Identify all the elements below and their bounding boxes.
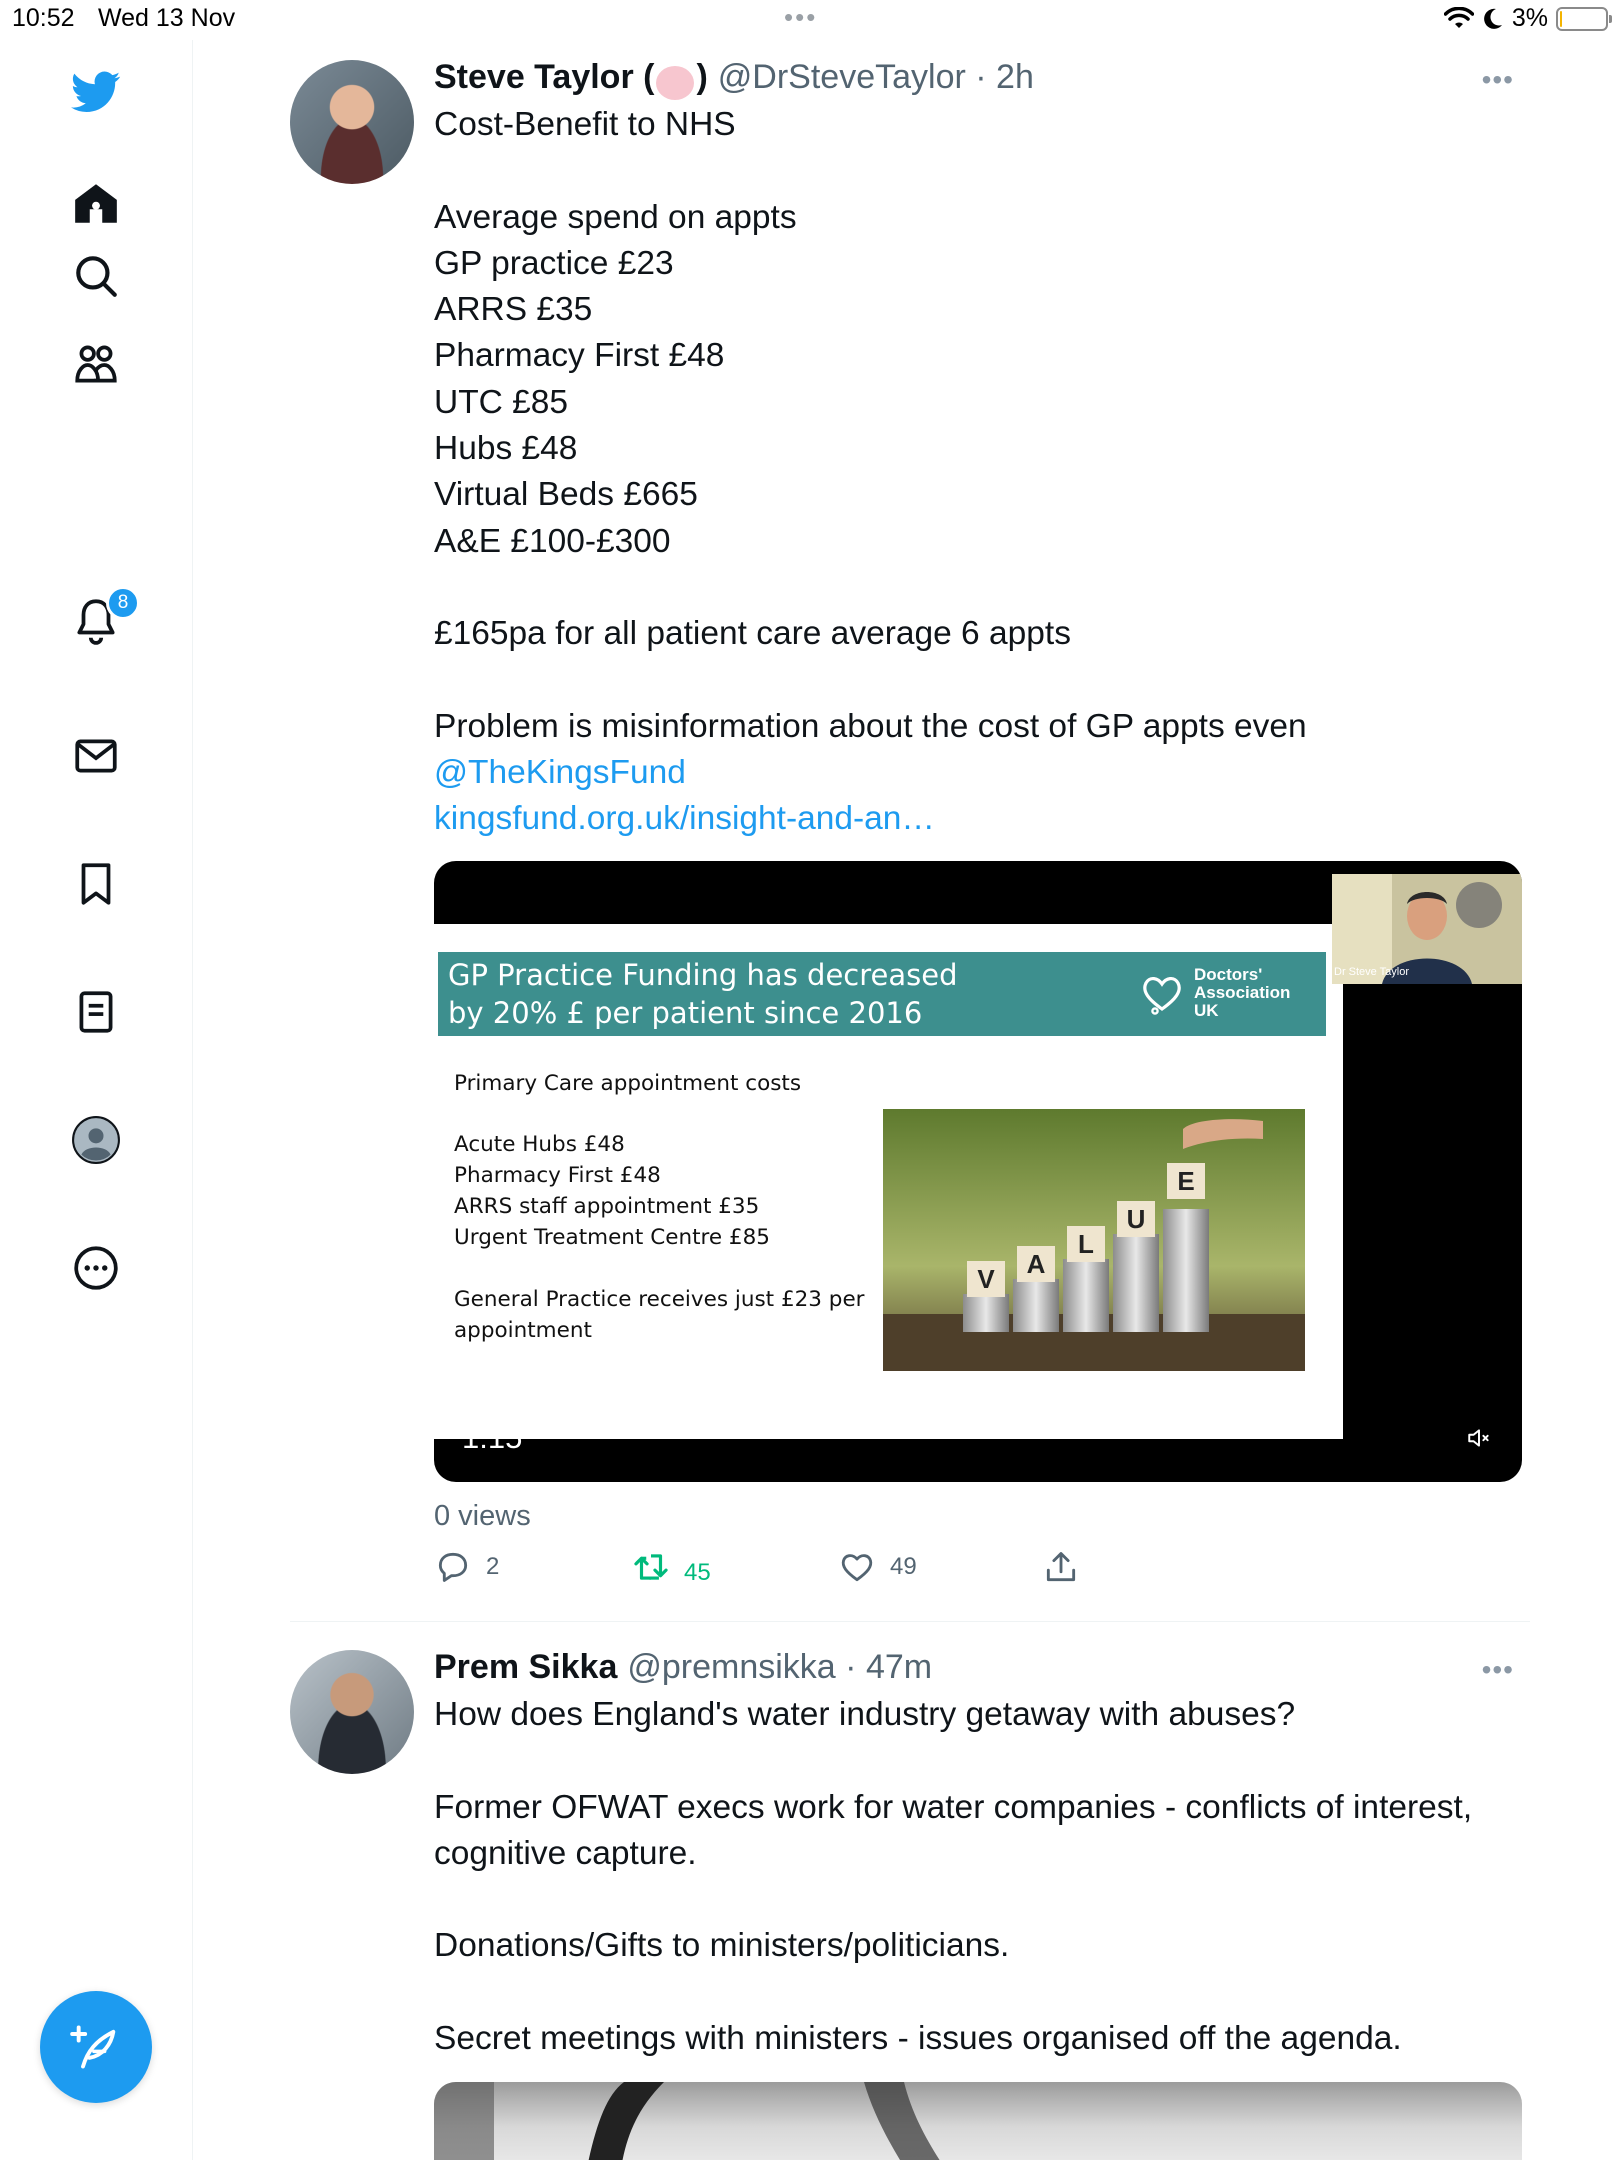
tweet-media-image[interactable]	[434, 2082, 1522, 2160]
value-coins-photo: V A L U E	[883, 1109, 1305, 1371]
status-time: 10:52	[12, 4, 75, 32]
share-icon	[1046, 1552, 1076, 1582]
people-icon	[75, 345, 117, 383]
logo-text: Doctors' Association UK	[1194, 965, 1291, 1020]
tile-letter: A	[1017, 1246, 1055, 1282]
retweet-count: 45	[684, 1559, 711, 1586]
like-button[interactable]: 49	[838, 1548, 917, 1586]
profile-avatar-icon	[72, 1116, 120, 1164]
retweet-button[interactable]: 45	[632, 1548, 711, 1586]
author-handle[interactable]: @DrSteveTaylor · 2h	[718, 58, 1034, 97]
twitter-bird-icon	[71, 71, 121, 112]
mute-icon[interactable]	[1464, 1425, 1494, 1456]
tweet-text: How does England's water industry getawa…	[434, 1696, 1473, 2058]
author-avatar[interactable]	[290, 1650, 414, 1774]
tweet-header: Prem Sikka @premnsikka · 47m •••	[434, 1648, 1514, 1692]
like-count: 49	[890, 1553, 917, 1580]
tweet-header: Steve Taylor () @DrSteveTaylor · 2h •••	[434, 58, 1514, 102]
caption-toggle-icon[interactable]	[1456, 882, 1502, 928]
slide-heading: Primary Care appointment costs	[454, 1071, 802, 1096]
battery-percent: 3%	[1511, 4, 1548, 32]
author-name[interactable]: Steve Taylor ()	[434, 58, 708, 101]
tile-letter: U	[1117, 1201, 1155, 1237]
nav-messages[interactable]	[60, 720, 132, 792]
media-preview-graphic	[434, 2082, 940, 2160]
home-icon	[75, 184, 117, 223]
video-duration: 1:15	[462, 1420, 523, 1455]
battery-level-fill	[1560, 10, 1562, 27]
nav-bookmarks[interactable]	[60, 848, 132, 920]
doctors-association-logo: Doctors' Association UK	[1138, 966, 1290, 1020]
tile-letter: E	[1167, 1163, 1205, 1199]
heart-stethoscope-icon	[1143, 977, 1181, 1015]
nav-home[interactable]	[60, 168, 132, 240]
slide-banner: GP Practice Funding has decreased by 20%…	[438, 952, 1326, 1036]
mention-link[interactable]: @TheKingsFund	[434, 750, 1514, 796]
tweet-actions: 2 45 49	[434, 1548, 1134, 1596]
wifi-icon	[1443, 6, 1474, 28]
tweet-more-icon[interactable]: •••	[1482, 64, 1514, 96]
status-indicators: 3%	[1443, 4, 1612, 33]
reply-button[interactable]: 2	[434, 1548, 499, 1586]
tweet-divider	[290, 1621, 1530, 1622]
url-link[interactable]: kingsfund.org.uk/insight-and-an…	[434, 796, 1514, 842]
nav-communities[interactable]	[60, 328, 132, 400]
video-player[interactable]: GP Practice Funding has decreased by 20%…	[434, 861, 1522, 1482]
slide-cost-list: Acute Hubs £48 Pharmacy First £48 ARRS s…	[454, 1132, 770, 1250]
slide-title: GP Practice Funding has decreased by 20%…	[448, 958, 958, 1030]
status-bar: 10:52 Wed 13 Nov ••• 3%	[0, 0, 1620, 40]
tile-letter: L	[1067, 1226, 1105, 1262]
search-icon	[76, 256, 117, 297]
tweet-time: 2h	[996, 58, 1034, 96]
view-count: 0 views	[434, 1500, 531, 1532]
author-name[interactable]: Prem Sikka	[434, 1648, 617, 1687]
tweet-more-icon[interactable]: •••	[1482, 1654, 1514, 1686]
nav-notifications[interactable]: 8	[60, 584, 140, 656]
tweet-time: 47m	[865, 1648, 933, 1686]
status-date: Wed 13 Nov	[98, 4, 236, 32]
heart-icon	[841, 1554, 873, 1582]
reply-icon	[438, 1552, 468, 1582]
moon-icon	[1483, 8, 1502, 29]
slide-footer: General Practice receives just £23 per a…	[454, 1287, 865, 1343]
bookmark-icon	[81, 863, 111, 905]
envelope-icon	[75, 739, 117, 773]
compose-feather-icon	[70, 2025, 116, 2069]
retweet-icon	[634, 1554, 668, 1580]
list-icon	[79, 991, 113, 1033]
speaker-camera-inset: Dr Steve Taylor	[1332, 874, 1522, 984]
nav-explore[interactable]	[60, 240, 132, 312]
multitasking-dots-icon[interactable]: •••	[784, 2, 817, 33]
nav-lists[interactable]	[60, 976, 132, 1048]
tweet-content: Steve Taylor () @DrSteveTaylor · 2h ••• …	[434, 58, 1514, 843]
reply-count: 2	[486, 1553, 500, 1580]
battery-icon	[1556, 6, 1612, 31]
share-button[interactable]	[1042, 1548, 1080, 1586]
hamster-emoji-icon	[656, 66, 695, 101]
author-avatar[interactable]	[290, 60, 414, 184]
sidebar: 8	[0, 40, 193, 2160]
speaker-muted-icon	[1468, 1429, 1489, 1447]
nav-profile[interactable]	[60, 1104, 132, 1176]
video-slide: GP Practice Funding has decreased by 20%…	[434, 924, 1343, 1439]
speaker-name-label: Dr Steve Taylor	[1334, 966, 1409, 978]
notification-badge: 8	[106, 586, 140, 620]
tweet-text: Cost-Benefit to NHS Average spend on app…	[434, 106, 1307, 745]
compose-button[interactable]	[40, 1991, 152, 2103]
tweet-content: Prem Sikka @premnsikka · 47m ••• How doe…	[434, 1648, 1514, 2062]
nav-more[interactable]	[60, 1232, 132, 1304]
twitter-logo[interactable]	[60, 56, 132, 128]
tile-letter: V	[967, 1261, 1005, 1297]
more-circle-icon	[74, 1246, 118, 1290]
author-handle[interactable]: @premnsikka · 47m	[627, 1648, 932, 1687]
